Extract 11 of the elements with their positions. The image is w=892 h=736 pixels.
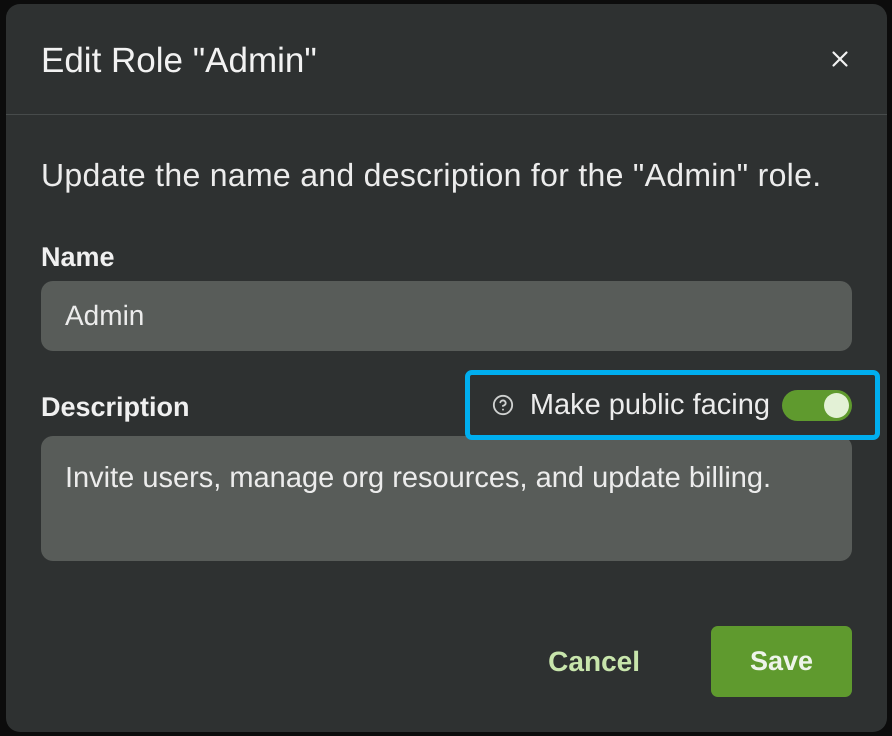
toggle-label: Make public facing [530,388,770,422]
dialog-title: Edit Role "Admin" [41,40,317,81]
field-label: Description [41,391,190,423]
save-button[interactable]: Save [711,626,852,697]
help-icon[interactable] [492,394,514,416]
description-textarea[interactable]: Invite users, manage org resources, and update billing. [41,436,852,561]
public-switch[interactable] [782,390,852,420]
name-input[interactable]: Admin [41,281,852,351]
dialog-description: Update the name and description for the "Admin" role. [41,156,822,194]
cancel-button[interactable]: Cancel [528,626,660,697]
field-label: Name [41,241,115,273]
